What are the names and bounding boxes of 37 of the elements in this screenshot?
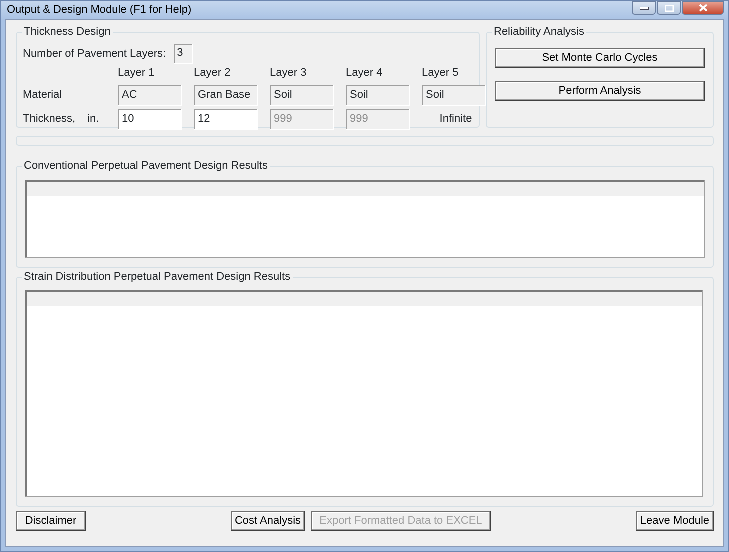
material-field: Gran Base	[194, 84, 258, 106]
group-title: Reliability Analysis	[492, 26, 586, 39]
thickness-field[interactable]: 12	[194, 108, 258, 130]
material-field: Soil	[270, 84, 334, 106]
action-button[interactable]: Perform Analysis	[495, 81, 705, 101]
field-label: Number of Pavement Layers:	[23, 46, 166, 62]
layer-count-field[interactable]: 3	[174, 44, 194, 64]
column-header: Layer 1	[118, 66, 156, 81]
material-field: Soil	[346, 84, 410, 106]
thickness-field[interactable]: 10	[118, 108, 182, 130]
maximize-icon	[664, 4, 674, 12]
material-field: AC	[118, 84, 182, 106]
thickness-text: Infinite	[438, 112, 474, 127]
column-header: Layer 5	[422, 66, 460, 81]
maximize-button[interactable]	[657, 1, 681, 15]
column-header: Layer 2	[194, 66, 232, 81]
action-button[interactable]: Leave Module	[636, 511, 714, 531]
group-title: Conventional Perpetual Pavement Design Results	[22, 160, 270, 173]
column-header: Layer 4	[346, 66, 384, 81]
minimize-icon	[640, 6, 648, 10]
unit-label: in.	[88, 112, 100, 127]
group-title: Thickness Design	[22, 26, 113, 39]
action-button[interactable]: Disclaimer	[16, 511, 86, 531]
thickness-field: 999	[270, 108, 334, 130]
close-icon	[698, 4, 708, 12]
group-title: Strain Distribution Perpetual Pavement Design Results	[22, 271, 293, 284]
action-button[interactable]: Set Monte Carlo Cycles	[495, 48, 705, 68]
row-label: Thickness,	[23, 112, 76, 127]
minimize-button[interactable]	[632, 1, 656, 15]
close-button[interactable]	[682, 1, 724, 15]
action-button: Export Formatted Data to EXCEL	[311, 511, 491, 531]
thickness-field: 999	[346, 108, 410, 130]
column-header: Layer 3	[270, 66, 308, 81]
action-button[interactable]: Cost Analysis	[231, 511, 305, 531]
window-title: Output & Design Module (F1 for Help)	[6, 2, 192, 18]
material-field: Soil	[422, 84, 486, 106]
row-label: Material	[23, 88, 64, 103]
